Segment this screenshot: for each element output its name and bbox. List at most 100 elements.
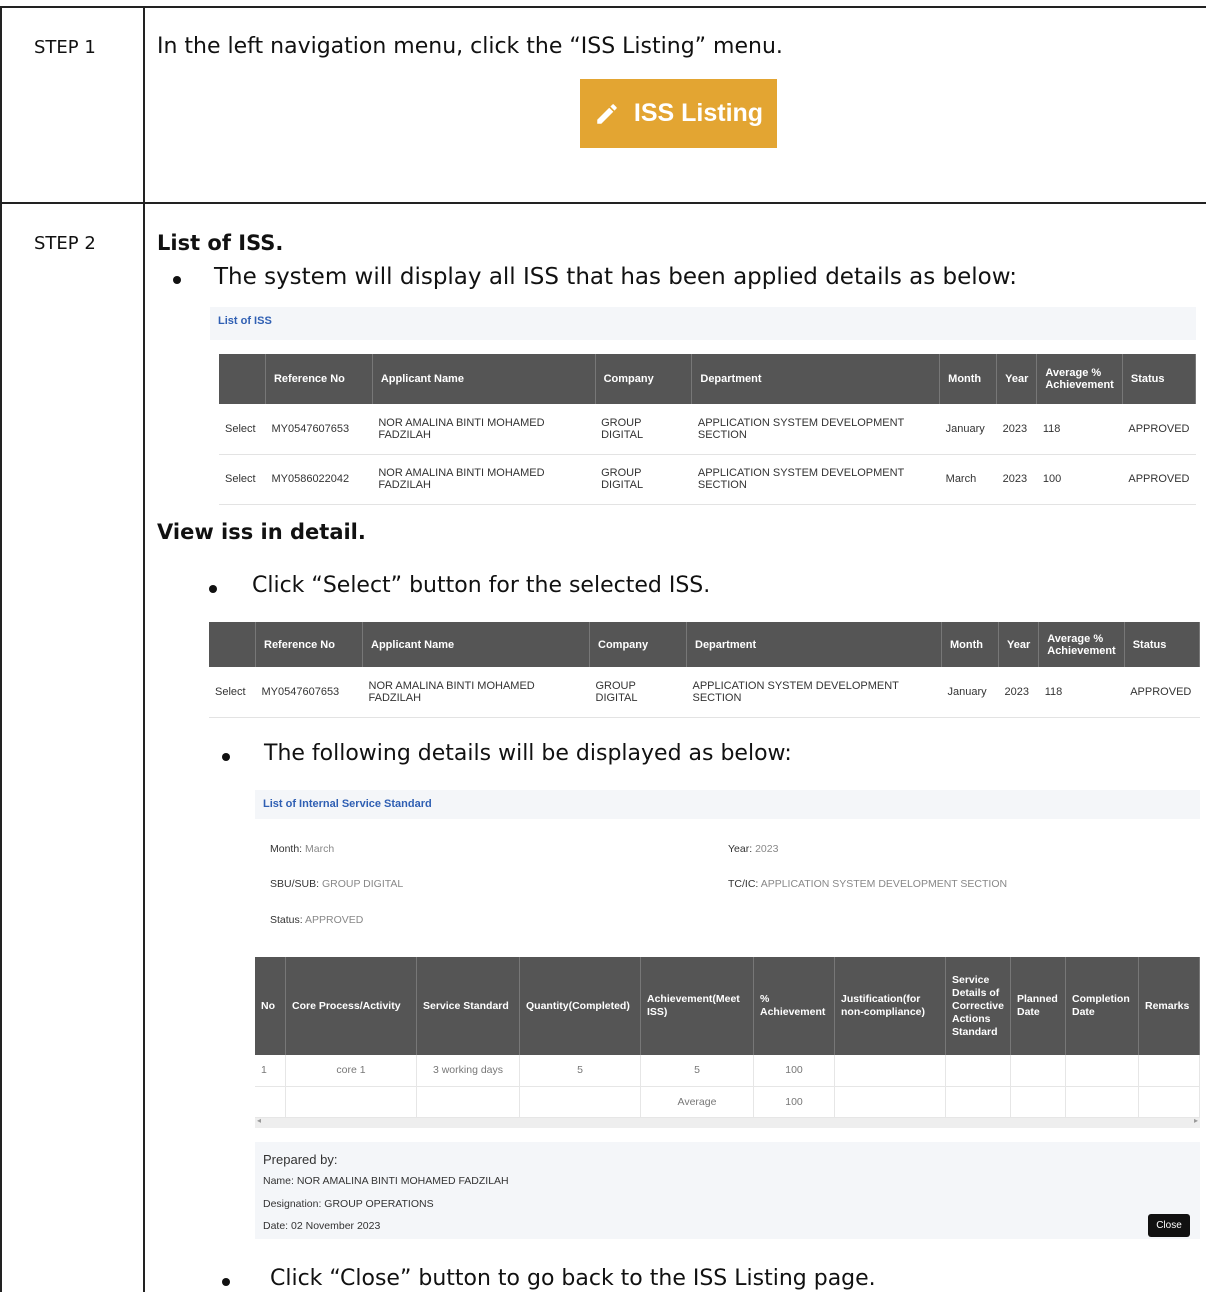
cell-year: 2023 (996, 404, 1037, 455)
month-label: Month: (270, 843, 303, 855)
cell-company: GROUP DIGITAL (589, 667, 687, 718)
year-value: 2023 (755, 843, 779, 855)
year-field: Year: 2023 (728, 843, 778, 855)
scroll-left-icon[interactable]: ◂ (257, 1116, 261, 1125)
table-row: Average 100 (255, 1086, 1200, 1118)
column-header-no: No (255, 957, 286, 1055)
prepared-designation: Designation: GROUP OPERATIONS (263, 1198, 434, 1210)
cell-average: 118 (1038, 667, 1125, 718)
prepared-by-label: Prepared by: (263, 1152, 338, 1167)
iss-listing-menu-button[interactable]: ISS Listing (580, 79, 777, 148)
month-value: March (305, 843, 335, 855)
select-link[interactable]: Select (219, 454, 266, 505)
cell-reference: MY0547607653 (265, 404, 373, 455)
column-header-select (219, 354, 266, 404)
cell-no: 1 (255, 1055, 286, 1087)
cell-company: GROUP DIGITAL (595, 404, 692, 455)
month-field: Month: March (270, 843, 334, 855)
cell-status: APPROVED (1122, 404, 1196, 455)
column-header-corrective-actions: Service Details of Corrective Actions St… (945, 957, 1011, 1055)
column-header-completion-date: Completion Date (1065, 957, 1139, 1055)
cell-applicant: NOR AMALINA BINTI MOHAMED FADZILAH (372, 454, 596, 505)
cell-month: March (939, 454, 997, 505)
status-value: APPROVED (305, 914, 364, 926)
table-border-middle (143, 6, 145, 1292)
column-header-applicant: Applicant Name (372, 354, 596, 404)
cell-percent: 100 (753, 1055, 835, 1087)
table-row: Select MY0586022042 NOR AMALINA BINTI MO… (219, 454, 1196, 505)
table-border-top (0, 6, 1206, 8)
column-header-reference: Reference No (265, 354, 373, 404)
column-header-month: Month (939, 354, 998, 404)
step-1-instruction: In the left navigation menu, click the “… (157, 34, 783, 59)
cell-quantity (519, 1086, 641, 1118)
view-bullet-2-text: The following details will be displayed … (264, 741, 792, 766)
cell-quantity: 5 (519, 1055, 641, 1087)
cell-completion (1065, 1086, 1139, 1118)
column-header-planned-date: Planned Date (1010, 957, 1066, 1055)
cell-reference: MY0586022042 (265, 454, 373, 505)
list-of-iss-heading: List of ISS. (157, 231, 284, 255)
horizontal-scrollbar[interactable]: ◂ ▸ (255, 1116, 1200, 1128)
cell-service-standard: 3 working days (416, 1055, 520, 1087)
column-header-reference: Reference No (255, 622, 363, 667)
select-link[interactable]: Select (219, 404, 266, 455)
column-header-achievement: Achievement(Meet ISS) (640, 957, 754, 1055)
detail-panel-header: List of Internal Service Standard (255, 790, 1200, 819)
column-header-remarks: Remarks (1138, 957, 1200, 1055)
prepared-name: Name: NOR AMALINA BINTI MOHAMED FADZILAH (263, 1175, 509, 1187)
detail-title: List of Internal Service Standard (263, 798, 432, 810)
view-bullet-1-text: Click “Select” button for the selected I… (252, 573, 711, 598)
cell-justification (834, 1086, 946, 1118)
bullet (222, 753, 230, 761)
cell-corrective (945, 1086, 1011, 1118)
close-button[interactable]: Close (1148, 1214, 1190, 1237)
scroll-right-icon[interactable]: ▸ (1194, 1116, 1198, 1125)
iss-detail-table: No Core Process/Activity Service Standar… (255, 957, 1200, 1118)
column-header-month: Month (941, 622, 999, 667)
cell-average-label: Average (640, 1086, 754, 1118)
column-header-average: Average % Achievement (1038, 622, 1125, 667)
cell-completion (1065, 1055, 1139, 1087)
cell-applicant: NOR AMALINA BINTI MOHAMED FADZILAH (372, 404, 596, 455)
tcic-label: TC/IC: (728, 878, 759, 890)
bullet (222, 1278, 230, 1286)
year-label: Year: (728, 843, 753, 855)
iss-listing-label: ISS Listing (633, 99, 764, 127)
column-header-year: Year (996, 354, 1038, 404)
column-header-service-standard: Service Standard (416, 957, 520, 1055)
tcic-field: TC/IC: APPLICATION SYSTEM DEVELOPMENT SE… (728, 878, 1007, 890)
view-iss-heading: View iss in detail. (157, 520, 366, 544)
column-header-status: Status (1122, 354, 1197, 404)
sbu-value: GROUP DIGITAL (321, 878, 404, 890)
view-bullet-3-text: Click “Close” button to go back to the I… (270, 1266, 876, 1291)
cell-corrective (945, 1055, 1011, 1087)
list-bullet-text: The system will display all ISS that has… (214, 264, 1018, 290)
column-header-average: Average % Achievement (1036, 354, 1123, 404)
cell-planned (1010, 1086, 1066, 1118)
column-header-percent-achievement: % Achievement (753, 957, 835, 1055)
step-1-label: STEP 1 (34, 37, 96, 58)
cell-average: 118 (1036, 404, 1123, 455)
cell-department: APPLICATION SYSTEM DEVELOPMENT SECTION (691, 454, 940, 505)
cell-department: APPLICATION SYSTEM DEVELOPMENT SECTION (691, 404, 940, 455)
column-header-status: Status (1124, 622, 1201, 667)
column-header-justification: Justification(for non-compliance) (834, 957, 946, 1055)
cell-core-process (285, 1086, 417, 1118)
select-link[interactable]: Select (209, 667, 256, 718)
column-header-department: Department (686, 622, 942, 667)
instruction-document: STEP 1 In the left navigation menu, clic… (0, 0, 1206, 1292)
column-header-year: Year (998, 622, 1040, 667)
column-header-quantity: Quantity(Completed) (519, 957, 641, 1055)
cell-service-standard (416, 1086, 520, 1118)
cell-status: APPROVED (1122, 454, 1196, 505)
list-of-iss-panel-header: List of ISS (210, 307, 1196, 340)
status-label: Status: (270, 914, 303, 926)
column-header-select (209, 622, 256, 667)
bullet (209, 585, 217, 593)
column-header-core-process: Core Process/Activity (285, 957, 417, 1055)
column-header-department: Department (691, 354, 941, 404)
selected-iss-table: Reference No Applicant Name Company Depa… (209, 622, 1201, 718)
cell-month: January (941, 667, 999, 718)
prepared-by-footer: Prepared by: Name: NOR AMALINA BINTI MOH… (255, 1142, 1200, 1239)
